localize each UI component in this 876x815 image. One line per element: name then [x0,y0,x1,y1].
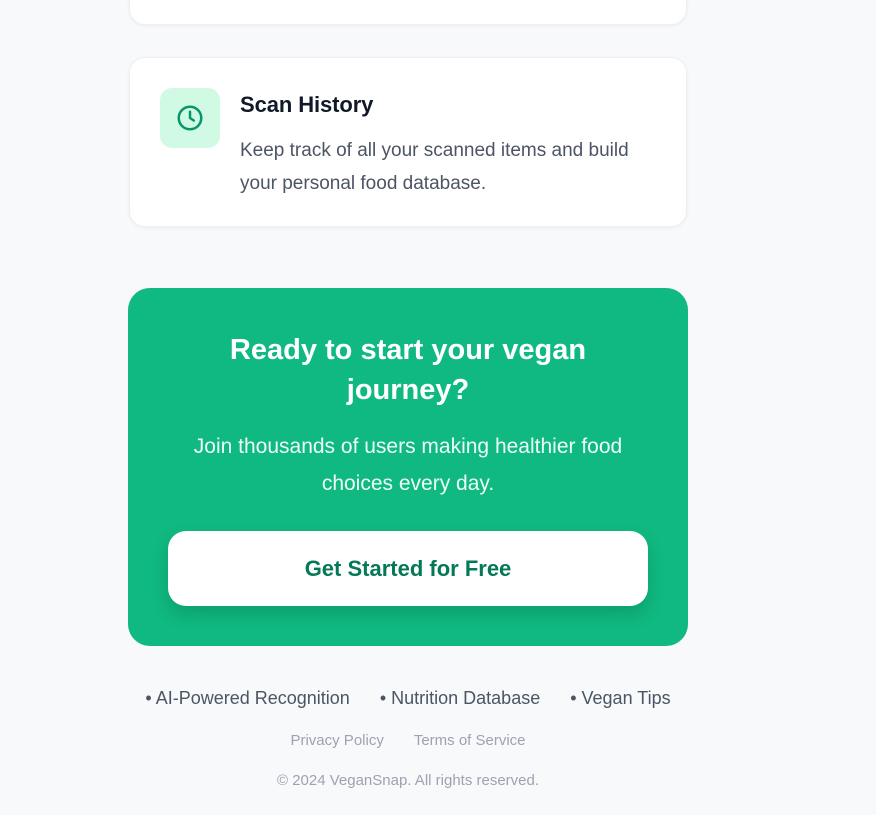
clock-icon [177,105,203,131]
privacy-policy-link[interactable]: Privacy Policy [290,732,383,749]
copyright: © 2024 VeganSnap. All rights reserved. [276,772,540,789]
footer-links: Privacy Policy Terms of Service [0,732,816,749]
footer-features: • AI-Powered Recognition • Nutrition Dat… [0,688,816,709]
cta-section: Ready to start your vegan journey? Join … [128,288,688,646]
get-started-button[interactable]: Get Started for Free [168,531,648,606]
feature-description: Keep track of all your scanned items and… [240,140,629,194]
feature-icon-container [160,88,220,148]
footer-feature-nutrition: • Nutrition Database [379,688,541,708]
footer-feature-ai: • AI-Powered Recognition [145,688,350,708]
terms-of-service-link[interactable]: Terms of Service [414,732,526,749]
feature-card-scan-history: Scan History Keep track of all your scan… [129,57,687,227]
feature-title: Scan History [240,92,374,117]
cta-subtitle: Join thousands of users making healthier… [193,435,623,495]
footer-feature-tips: • Vegan Tips [570,688,671,708]
previous-feature-card [129,0,687,25]
cta-title: Ready to start your vegan journey? [229,334,587,406]
